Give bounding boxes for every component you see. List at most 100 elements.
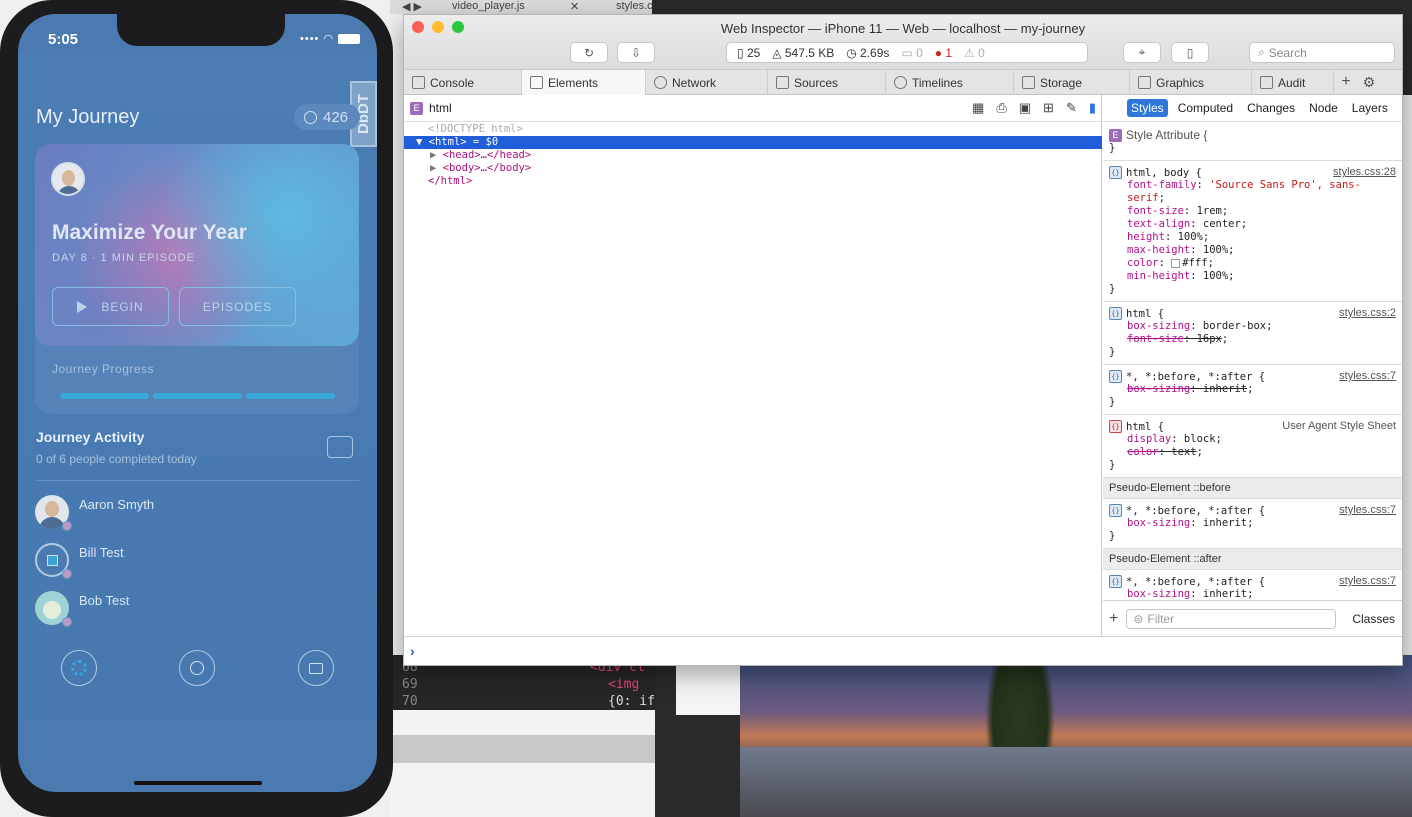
- css-property[interactable]: font-size: 16px;: [1109, 333, 1396, 346]
- tab-styles[interactable]: Styles: [1127, 99, 1168, 117]
- tab-elements[interactable]: Elements: [522, 70, 646, 95]
- rule-source-link[interactable]: styles.css:2: [1339, 307, 1396, 319]
- rule-source-link[interactable]: styles.css:28: [1333, 166, 1396, 178]
- rule-source-link[interactable]: styles.css:7: [1339, 504, 1396, 516]
- composite-icon[interactable]: ▣: [1019, 100, 1031, 116]
- css-property[interactable]: font-family: 'Source Sans Pro', sans-ser…: [1109, 179, 1396, 205]
- property-name[interactable]: box-sizing: [1127, 383, 1190, 395]
- classes-button[interactable]: Classes: [1352, 612, 1395, 626]
- rule-source-link[interactable]: User Agent Style Sheet: [1282, 420, 1396, 432]
- property-name[interactable]: text-align: [1127, 218, 1190, 230]
- tab-graphics[interactable]: Graphics: [1130, 70, 1252, 95]
- collapse-icon[interactable]: ▶: [430, 149, 443, 161]
- dom-node-html-close[interactable]: </html>: [404, 175, 1102, 188]
- property-name[interactable]: min-height: [1127, 270, 1190, 282]
- property-name[interactable]: color: [1127, 446, 1159, 458]
- property-value[interactable]: center: [1203, 218, 1241, 230]
- chat-nav-icon[interactable]: [298, 650, 334, 686]
- css-property[interactable]: height: 100%;: [1109, 231, 1396, 244]
- back-forward-icon[interactable]: ◀ ▶: [402, 0, 422, 13]
- css-property[interactable]: box-sizing: border-box;: [1109, 320, 1396, 333]
- print-icon[interactable]: ⎙: [996, 100, 1006, 116]
- css-rule[interactable]: {} *, *:before, *:after { styles.css:7 bo…: [1103, 499, 1402, 549]
- property-name[interactable]: font-family: [1127, 179, 1197, 191]
- chat-icon[interactable]: [327, 436, 353, 458]
- tab-timelines[interactable]: Timelines: [886, 70, 1014, 95]
- css-property[interactable]: text-align: center;: [1109, 218, 1396, 231]
- css-rule[interactable]: {} *, *:before, *:after {styles.css:7 box-…: [1103, 365, 1402, 415]
- css-rule[interactable]: {} html, body {styles.css:28 font-family: …: [1103, 161, 1402, 302]
- rule-source-link[interactable]: styles.css:7: [1339, 370, 1396, 382]
- profile-nav-icon[interactable]: [179, 650, 215, 686]
- color-swatch[interactable]: [1171, 258, 1181, 268]
- background-tab[interactable]: video_player.js: [452, 0, 525, 12]
- css-property[interactable]: color: #fff;: [1109, 257, 1396, 270]
- dom-node-head[interactable]: ▶ <head>…</head>: [404, 149, 1102, 162]
- property-value[interactable]: #fff: [1182, 257, 1207, 269]
- property-value[interactable]: 1rem: [1197, 205, 1222, 217]
- home-indicator[interactable]: [134, 781, 262, 785]
- journey-nav-icon[interactable]: [61, 650, 97, 686]
- property-name[interactable]: font-size: [1127, 205, 1184, 217]
- tab-audit[interactable]: Audit: [1252, 70, 1334, 95]
- console-prompt[interactable]: ›: [404, 636, 1402, 665]
- property-name[interactable]: box-sizing: [1127, 517, 1190, 529]
- css-rule[interactable]: {} html {User Agent Style Sheet display: b…: [1103, 415, 1402, 478]
- property-value[interactable]: text: [1171, 446, 1196, 458]
- layout-icon[interactable]: ▦: [972, 100, 984, 116]
- tab-sources[interactable]: Sources: [768, 70, 886, 95]
- activity-stats[interactable]: ▯ 25 ◬ 547.5 KB ◷ 2.69s ▭ 0 ● 1 ⚠ 0: [726, 42, 1088, 63]
- search-input[interactable]: ⌕ Search: [1249, 42, 1395, 63]
- tab-changes[interactable]: Changes: [1243, 99, 1299, 117]
- css-property[interactable]: min-height: 100%;: [1109, 270, 1396, 283]
- list-item[interactable]: Aaron Smyth: [35, 495, 335, 535]
- tab-computed[interactable]: Computed: [1174, 99, 1237, 117]
- property-name[interactable]: color: [1127, 257, 1159, 269]
- begin-button[interactable]: BEGIN: [52, 287, 169, 326]
- dom-node-body[interactable]: ▶ <body>…</body>: [404, 162, 1102, 175]
- grid-icon[interactable]: ⊞: [1043, 100, 1054, 116]
- property-name[interactable]: box-sizing: [1127, 588, 1190, 599]
- layout-toggle-button[interactable]: ▯: [1171, 42, 1209, 63]
- list-item[interactable]: Bill Test: [35, 543, 335, 583]
- property-value[interactable]: inherit: [1203, 383, 1247, 395]
- css-property[interactable]: box-sizing: inherit;: [1109, 383, 1396, 396]
- tab-network[interactable]: Network: [646, 70, 768, 95]
- add-tab-button[interactable]: +: [1334, 70, 1358, 94]
- property-name[interactable]: max-height: [1127, 244, 1190, 256]
- gear-icon[interactable]: ⚙: [1358, 70, 1380, 94]
- css-rule[interactable]: {} *, *:before, *:after { styles.css:7 bo…: [1103, 570, 1402, 599]
- dom-node-doctype[interactable]: <!DOCTYPE html>: [404, 123, 1102, 136]
- tab-storage[interactable]: Storage: [1014, 70, 1130, 95]
- paint-brush-icon[interactable]: ✎: [1066, 100, 1077, 116]
- property-value[interactable]: 100%: [1178, 231, 1203, 243]
- reload-button[interactable]: ↻: [570, 42, 608, 63]
- add-rule-icon[interactable]: +: [1109, 610, 1118, 628]
- close-icon[interactable]: ✕: [570, 0, 579, 13]
- css-property[interactable]: color: text;: [1109, 446, 1396, 459]
- filter-input[interactable]: ⊜ Filter: [1126, 608, 1337, 629]
- property-value[interactable]: border-box: [1203, 320, 1266, 332]
- property-name[interactable]: display: [1127, 433, 1171, 445]
- css-property[interactable]: font-size: 1rem;: [1109, 205, 1396, 218]
- rule-source-link[interactable]: styles.css:7: [1339, 575, 1396, 587]
- download-button[interactable]: ⇩: [617, 42, 655, 63]
- points-badge[interactable]: 426: [294, 104, 360, 130]
- property-value[interactable]: inherit: [1203, 517, 1247, 529]
- css-rule[interactable]: {} html {styles.css:2 box-sizing: border-b…: [1103, 302, 1402, 365]
- tab-layers[interactable]: Layers: [1348, 99, 1392, 117]
- target-button[interactable]: ⌖: [1123, 42, 1161, 63]
- property-value[interactable]: inherit: [1203, 588, 1247, 599]
- css-property[interactable]: max-height: 100%;: [1109, 244, 1396, 257]
- property-name[interactable]: box-sizing: [1127, 320, 1190, 332]
- collapse-icon[interactable]: ▶: [430, 162, 443, 174]
- style-attribute-rule[interactable]: E Style Attribute { }: [1103, 123, 1402, 161]
- expand-icon[interactable]: ▼: [416, 136, 429, 148]
- list-item[interactable]: Bob Test: [35, 591, 335, 631]
- property-value[interactable]: 100%: [1203, 270, 1228, 282]
- css-property[interactable]: display: block;: [1109, 433, 1396, 446]
- sidebar-toggle-icon[interactable]: ▮: [1089, 100, 1096, 116]
- property-value[interactable]: 100%: [1203, 244, 1228, 256]
- tab-node[interactable]: Node: [1305, 99, 1342, 117]
- tab-console[interactable]: Console: [404, 70, 522, 95]
